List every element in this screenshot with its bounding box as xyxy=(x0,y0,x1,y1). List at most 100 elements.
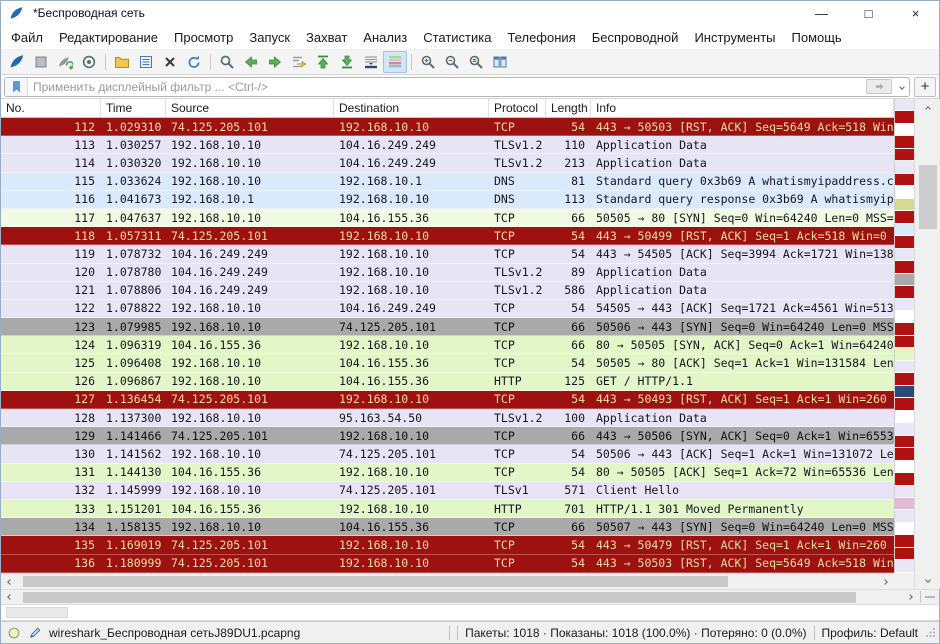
packet-row-119[interactable]: 1191.078732104.16.249.249192.168.10.10TC… xyxy=(1,245,894,263)
packet-row-126[interactable]: 1261.096867192.168.10.10104.16.155.36HTT… xyxy=(1,373,894,391)
minimize-button[interactable]: — xyxy=(798,1,845,25)
packet-row-133[interactable]: 1331.151201104.16.155.36192.168.10.10HTT… xyxy=(1,500,894,518)
open-file-button[interactable] xyxy=(110,51,134,73)
vscroll-down-arrow[interactable] xyxy=(915,572,940,587)
hscroll-thumb[interactable] xyxy=(23,576,728,587)
add-filter-button[interactable]: + xyxy=(914,77,936,97)
column-header-len[interactable]: Length xyxy=(546,99,591,117)
pane-splitter-grip[interactable] xyxy=(922,596,938,598)
find-packet-button[interactable] xyxy=(215,51,239,73)
menu-item-4[interactable]: Запуск xyxy=(241,27,298,48)
vscroll-thumb[interactable] xyxy=(919,165,937,229)
intelligent-scrollbar-minimap[interactable] xyxy=(894,99,914,573)
column-header-dst[interactable]: Destination xyxy=(334,99,489,117)
zoom-in-button[interactable] xyxy=(416,51,440,73)
restart-capture-button[interactable] xyxy=(53,51,77,73)
cell-src: 192.168.10.10 xyxy=(166,356,334,370)
packet-row-116[interactable]: 1161.041673192.168.10.1192.168.10.10DNS1… xyxy=(1,191,894,209)
cell-info: 50505 → 80 [ACK] Seq=1 Ack=1 Win=131584 … xyxy=(591,356,894,370)
menu-item-10[interactable]: Инструменты xyxy=(686,27,783,48)
go-forward-button[interactable] xyxy=(263,51,287,73)
cell-dst: 104.16.249.249 xyxy=(334,301,489,315)
packet-row-136[interactable]: 1361.18099974.125.205.101192.168.10.10TC… xyxy=(1,555,894,573)
packet-row-128[interactable]: 1281.137300192.168.10.1095.163.54.50TLSv… xyxy=(1,409,894,427)
packet-row-129[interactable]: 1291.14146674.125.205.101192.168.10.10TC… xyxy=(1,427,894,445)
packet-row-117[interactable]: 1171.047637192.168.10.10104.16.155.36TCP… xyxy=(1,209,894,227)
packet-list-hscrollbar[interactable] xyxy=(1,573,894,589)
column-header-time[interactable]: Time xyxy=(101,99,166,117)
column-header-info[interactable]: Info xyxy=(591,99,894,117)
menu-item-6[interactable]: Анализ xyxy=(355,27,415,48)
save-file-button[interactable] xyxy=(134,51,158,73)
cell-no: 121 xyxy=(1,283,101,297)
menu-item-7[interactable]: Статистика xyxy=(415,27,499,48)
resize-columns-button[interactable] xyxy=(488,51,512,73)
zoom-out-button[interactable] xyxy=(440,51,464,73)
menu-item-5[interactable]: Захват xyxy=(298,27,355,48)
cell-src: 74.125.205.101 xyxy=(166,556,334,570)
cell-dst: 104.16.155.36 xyxy=(334,520,489,534)
go-first-packet-button[interactable] xyxy=(311,51,335,73)
close-file-button[interactable] xyxy=(158,51,182,73)
auto-scroll-button[interactable] xyxy=(359,51,383,73)
zoom-original-button[interactable] xyxy=(464,51,488,73)
packet-row-120[interactable]: 1201.078780104.16.249.249192.168.10.10TL… xyxy=(1,264,894,282)
column-header-src[interactable]: Source xyxy=(166,99,334,117)
filter-history-dropdown[interactable] xyxy=(895,78,909,96)
close-button[interactable]: × xyxy=(892,1,939,25)
menu-item-9[interactable]: Беспроводной xyxy=(584,27,687,48)
packet-row-122[interactable]: 1221.078822192.168.10.10104.16.249.249TC… xyxy=(1,300,894,318)
apply-filter-button[interactable] xyxy=(866,79,892,94)
detail-pane-hscrollbar[interactable] xyxy=(1,589,939,605)
display-filter-input[interactable] xyxy=(28,80,866,94)
start-capture-button[interactable] xyxy=(5,51,29,73)
column-header-no[interactable]: No. xyxy=(1,99,101,117)
window-resize-grip[interactable] xyxy=(925,627,936,638)
go-to-packet-button[interactable] xyxy=(287,51,311,73)
packet-row-113[interactable]: 1131.030257192.168.10.10104.16.249.249TL… xyxy=(1,136,894,154)
cell-src: 74.125.205.101 xyxy=(166,538,334,552)
column-header-proto[interactable]: Protocol xyxy=(489,99,546,117)
capture-comment-button[interactable] xyxy=(28,626,42,640)
hscroll2-left-arrow[interactable] xyxy=(1,590,19,604)
maximize-button[interactable]: □ xyxy=(845,1,892,25)
menu-item-8[interactable]: Телефония xyxy=(499,27,583,48)
hscroll2-right-arrow[interactable] xyxy=(901,590,919,604)
colorize-packets-button[interactable] xyxy=(383,51,407,73)
packet-row-115[interactable]: 1151.033624192.168.10.10192.168.10.1DNS8… xyxy=(1,173,894,191)
go-last-packet-button[interactable] xyxy=(335,51,359,73)
hscroll2-thumb[interactable] xyxy=(23,592,856,603)
packet-row-132[interactable]: 1321.145999192.168.10.1074.125.205.101TL… xyxy=(1,482,894,500)
packet-list-vscrollbar[interactable] xyxy=(914,99,940,589)
packet-row-124[interactable]: 1241.096319104.16.155.36192.168.10.10TCP… xyxy=(1,336,894,354)
packet-row-112[interactable]: 1121.02931074.125.205.101192.168.10.10TC… xyxy=(1,118,894,136)
packet-row-118[interactable]: 1181.05731174.125.205.101192.168.10.10TC… xyxy=(1,227,894,245)
menu-item-2[interactable]: Редактирование xyxy=(51,27,166,48)
go-back-button[interactable] xyxy=(239,51,263,73)
stop-capture-button[interactable] xyxy=(29,51,53,73)
cell-dst: 192.168.10.10 xyxy=(334,538,489,552)
filter-bookmark-button[interactable] xyxy=(5,78,28,96)
reload-file-button[interactable] xyxy=(182,51,206,73)
packet-row-135[interactable]: 1351.16901974.125.205.101192.168.10.10TC… xyxy=(1,536,894,554)
menu-item-3[interactable]: Просмотр xyxy=(166,27,241,48)
packet-row-114[interactable]: 1141.030320192.168.10.10104.16.249.249TL… xyxy=(1,154,894,172)
packet-row-131[interactable]: 1311.144130104.16.155.36192.168.10.10TCP… xyxy=(1,464,894,482)
capture-options-button[interactable] xyxy=(77,51,101,73)
menu-item-11[interactable]: Помощь xyxy=(784,27,850,48)
packet-row-123[interactable]: 1231.079985192.168.10.1074.125.205.101TC… xyxy=(1,318,894,336)
profile-label[interactable]: Профиль: Default xyxy=(822,626,919,640)
packet-row-125[interactable]: 1251.096408192.168.10.10104.16.155.36TCP… xyxy=(1,354,894,372)
packet-row-130[interactable]: 1301.141562192.168.10.1074.125.205.101TC… xyxy=(1,445,894,463)
window-controls: — □ × xyxy=(798,1,939,25)
minimap-stripe xyxy=(895,124,914,136)
packet-row-121[interactable]: 1211.078806104.16.249.249192.168.10.10TL… xyxy=(1,282,894,300)
apply-arrow-icon xyxy=(873,81,886,92)
packet-row-127[interactable]: 1271.13645474.125.205.101192.168.10.10TC… xyxy=(1,391,894,409)
hscroll-left-arrow[interactable] xyxy=(1,574,19,589)
menu-item-1[interactable]: Файл xyxy=(3,27,51,48)
hscroll-right-arrow[interactable] xyxy=(876,574,894,589)
packet-row-134[interactable]: 1341.158135192.168.10.10104.16.155.36TCP… xyxy=(1,518,894,536)
vscroll-up-arrow[interactable] xyxy=(915,101,940,116)
expert-info-button[interactable] xyxy=(7,626,21,640)
